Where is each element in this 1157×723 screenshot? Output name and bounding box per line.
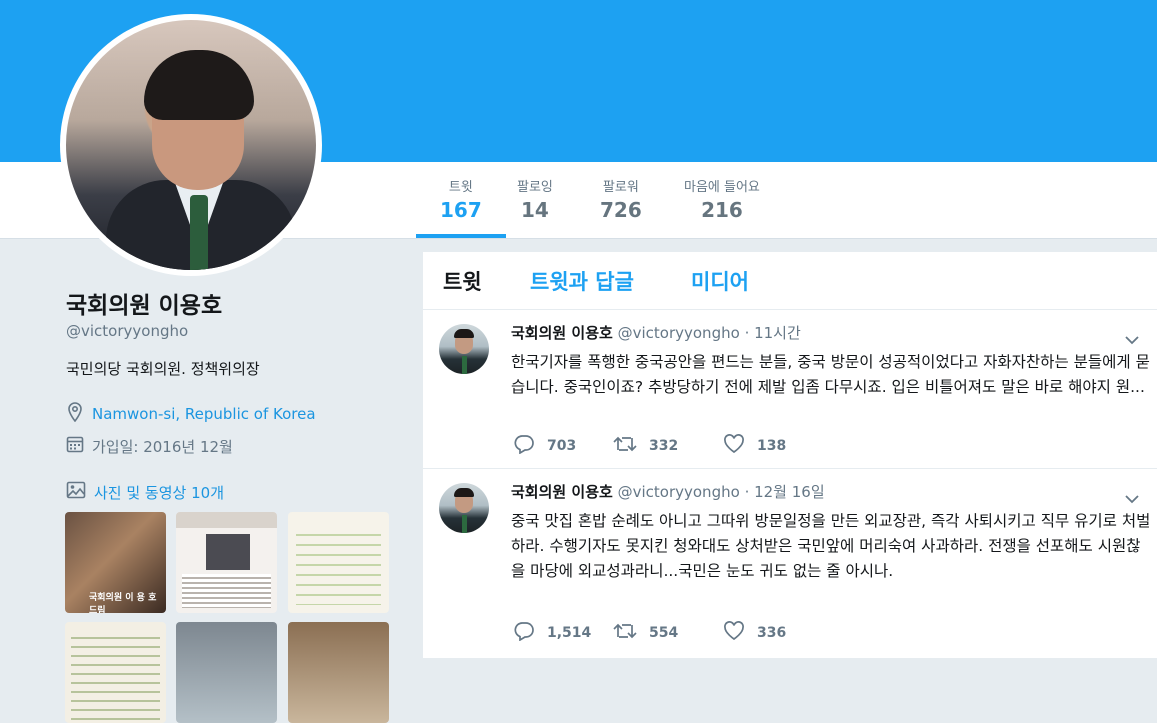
reply-button[interactable]: 703	[513, 434, 613, 458]
chevron-down-icon[interactable]	[1124, 489, 1140, 508]
stat-following-label: 팔로잉	[517, 180, 553, 195]
tab-media[interactable]: 미디어	[691, 266, 749, 296]
stat-followers-label: 팔로워	[602, 180, 639, 195]
stat-tweets-value: 167	[440, 198, 482, 222]
tweet-timestamp[interactable]: · 11시간	[745, 324, 801, 342]
tweet-actions: 703 332 138	[513, 434, 823, 458]
calendar-icon	[66, 435, 84, 457]
reply-icon	[513, 621, 535, 645]
profile-name[interactable]: 국회의원 이용호	[66, 286, 222, 320]
media-thumbnail[interactable]	[288, 622, 389, 723]
media-thumbnail[interactable]	[288, 512, 389, 613]
heart-icon	[723, 434, 745, 458]
reply-count: 1,514	[547, 625, 592, 641]
media-thumbnail[interactable]	[176, 622, 277, 723]
tweet-author-name[interactable]: 국회의원 이용호	[511, 324, 613, 342]
tweet[interactable]: 국회의원 이용호 @victoryyongho · 11시간 한국기자를 폭행한…	[423, 310, 1157, 469]
reply-icon	[513, 434, 535, 458]
tweet-text: 중국 맛집 혼밥 순례도 아니고 그따위 방문일정을 만든 외교장관, 즉각 사…	[511, 512, 1151, 580]
profile-bio: 국민의당 국회의원. 정책위의장	[66, 360, 260, 378]
retweet-icon	[613, 435, 637, 457]
tweet[interactable]: 국회의원 이용호 @victoryyongho · 12월 16일 중국 맛집 …	[423, 469, 1157, 659]
stat-tweets-label: 트윗	[448, 180, 473, 195]
timeline: 트윗 트윗과 답글 미디어 국회의원 이용호 @victoryyongho · …	[423, 252, 1157, 659]
retweet-count: 332	[649, 438, 679, 454]
retweet-count: 554	[649, 625, 679, 641]
tweet-text: 한국기자를 폭행한 중국공안을 편드는 분들, 중국 방문이 성공적이었다고 자…	[511, 353, 1150, 396]
stat-likes[interactable]: 마음에 들어요 216	[684, 176, 760, 222]
like-button[interactable]: 336	[723, 621, 823, 645]
profile-avatar[interactable]	[60, 14, 322, 276]
tweet-header: 국회의원 이용호 @victoryyongho · 12월 16일	[511, 481, 825, 502]
stat-likes-value: 216	[701, 198, 743, 222]
like-button[interactable]: 138	[723, 434, 823, 458]
timeline-tabs: 트윗 트윗과 답글 미디어	[423, 252, 1157, 310]
retweet-button[interactable]: 332	[613, 434, 723, 458]
stat-followers[interactable]: 팔로워 726	[600, 176, 642, 222]
tweet-timestamp[interactable]: · 12월 16일	[745, 483, 825, 501]
tweet-author-name[interactable]: 국회의원 이용호	[511, 483, 613, 501]
media-thumbnail[interactable]	[176, 512, 277, 613]
like-count: 138	[757, 438, 787, 454]
chevron-down-icon[interactable]	[1124, 330, 1140, 349]
profile-joined: 가입일: 2016년 12월	[66, 435, 233, 457]
profile-media-link[interactable]: 사진 및 동영상 10개	[66, 481, 224, 503]
profile-handle[interactable]: @victoryyongho	[66, 322, 188, 340]
tweet-author-handle[interactable]: @victoryyongho	[618, 324, 740, 342]
tweet-avatar[interactable]	[439, 324, 489, 374]
tweet-avatar[interactable]	[439, 483, 489, 533]
profile-location[interactable]: Namwon-si, Republic of Korea	[66, 402, 316, 426]
media-thumbnail[interactable]	[65, 622, 166, 723]
profile-joined-text: 가입일: 2016년 12월	[92, 437, 233, 456]
tweet-author-handle[interactable]: @victoryyongho	[618, 483, 740, 501]
location-pin-icon	[66, 402, 84, 426]
tweet-actions: 1,514 554 336	[513, 621, 823, 645]
tweet-header: 국회의원 이용호 @victoryyongho · 11시간	[511, 322, 801, 343]
stat-following-value: 14	[521, 198, 549, 222]
retweet-icon	[613, 622, 637, 644]
reply-button[interactable]: 1,514	[513, 621, 613, 645]
profile-avatar-image	[66, 20, 316, 270]
heart-icon	[723, 621, 745, 645]
retweet-button[interactable]: 554	[613, 621, 723, 645]
stat-following[interactable]: 팔로잉 14	[517, 176, 553, 222]
tab-tweets-replies[interactable]: 트윗과 답글	[530, 266, 634, 296]
media-thumbnail[interactable]: 국회의원 이 용 호 드림	[65, 512, 166, 613]
stat-tweets[interactable]: 트윗 167	[416, 176, 506, 238]
image-icon	[66, 481, 86, 503]
stat-followers-value: 726	[600, 198, 642, 222]
profile-media-link-text: 사진 및 동영상 10개	[94, 483, 224, 502]
tab-tweets[interactable]: 트윗	[443, 266, 482, 296]
stat-likes-label: 마음에 들어요	[684, 180, 760, 195]
like-count: 336	[757, 625, 787, 641]
profile-location-text: Namwon-si, Republic of Korea	[92, 405, 316, 423]
reply-count: 703	[547, 438, 577, 454]
media-thumbnail-caption: 국회의원 이 용 호 드림	[89, 593, 157, 613]
